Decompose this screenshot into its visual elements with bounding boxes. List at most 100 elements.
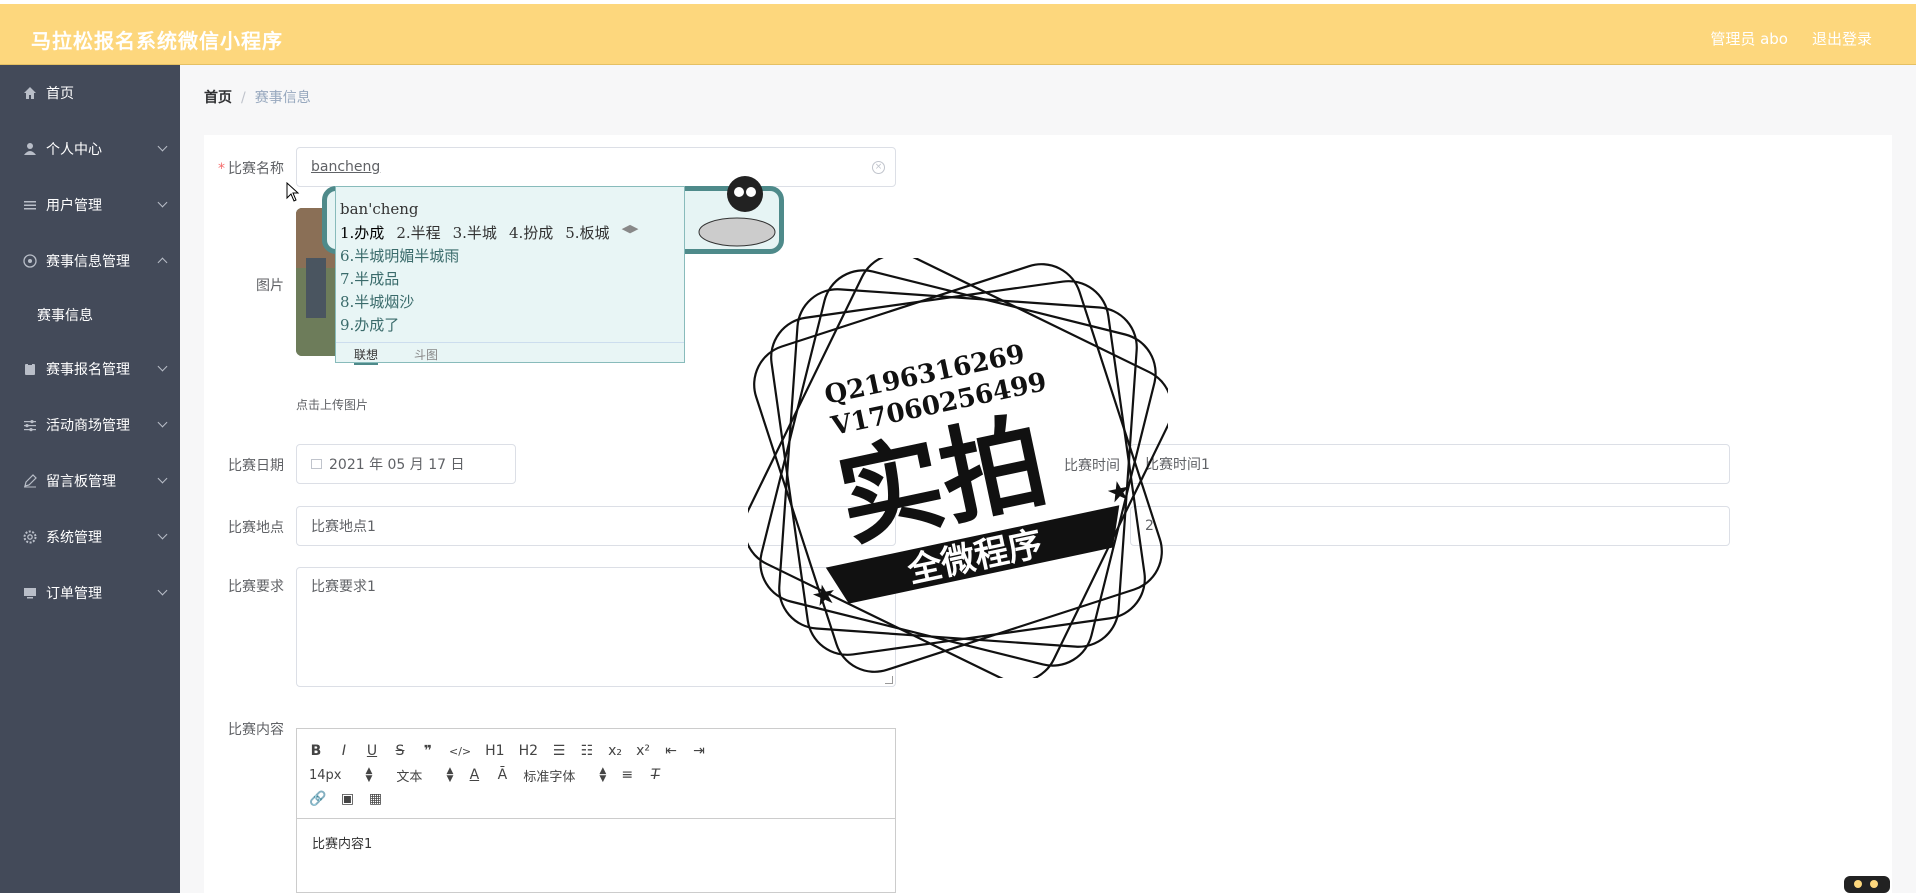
sidebar-subitem-event-info[interactable]: 赛事信息	[0, 289, 180, 341]
logout-button[interactable]: 退出登录	[1812, 28, 1872, 49]
place-label: 比赛地点	[228, 520, 284, 536]
top-header: 马拉松报名系统微信小程序 管理员 abo 退出登录	[0, 0, 1916, 65]
ime-tab-sticker[interactable]: 斗图	[414, 346, 438, 363]
admin-label[interactable]: 管理员 abo	[1710, 28, 1788, 49]
outdent-icon[interactable]: ⇤	[664, 743, 678, 759]
sidebar-item-system-management[interactable]: 系统管理	[0, 509, 180, 565]
ime-candidate[interactable]: 6.半城明媚半城雨	[340, 245, 459, 268]
chevron-down-icon	[157, 417, 168, 428]
editor-toolbar: B I U S ❞ </> H1 H2 ☰ ☷ x₂ x² ⇤ ⇥ 14px ▲ ▼…	[297, 729, 895, 819]
link-icon[interactable]: 🔗	[309, 791, 326, 807]
monitor-icon	[22, 585, 38, 601]
date-picker[interactable]: 2021 年 05 月 17 日	[296, 444, 516, 484]
superscript-button[interactable]: x²	[636, 743, 650, 759]
select-arrows-icon: ▲ ▼	[446, 766, 454, 784]
bold-button[interactable]: B	[309, 743, 323, 759]
pen-icon	[22, 473, 38, 489]
ime-tab-assoc[interactable]: 联想	[354, 346, 379, 365]
chevron-down-icon	[157, 529, 168, 540]
sidebar-item-label: 订单管理	[46, 586, 102, 602]
sidebar-item-label: 赛事信息管理	[46, 254, 130, 270]
people-input[interactable]: 2	[1130, 506, 1730, 546]
time-input[interactable]: 比赛时间1	[1130, 444, 1730, 484]
name-label-text: 比赛名称	[228, 161, 284, 177]
ime-candidate[interactable]: 9.办成了	[340, 314, 459, 337]
subscript-button[interactable]: x₂	[608, 743, 622, 759]
sidebar-item-label: 赛事信息	[37, 308, 93, 324]
image-label: 图片	[256, 278, 284, 294]
font-family-select[interactable]: 标准字体 ▲ ▼	[523, 766, 606, 785]
ime-tabs: 联想 斗图	[336, 342, 684, 365]
place-input[interactable]: 比赛地点1	[296, 506, 896, 546]
h1-button[interactable]: H1	[485, 743, 504, 759]
chevron-down-icon	[157, 141, 168, 152]
background-color-button[interactable]: Ā	[495, 767, 509, 783]
clear-format-icon[interactable]: T̶	[648, 767, 662, 783]
font-color-button[interactable]: A	[467, 767, 481, 783]
font-size-value: 14px	[309, 767, 342, 783]
chevron-up-icon	[157, 257, 168, 268]
ime-pinyin: ban'cheng	[340, 200, 419, 218]
breadcrumb-separator: /	[241, 90, 246, 106]
ime-candidate[interactable]: 4.扮成	[509, 222, 553, 243]
ime-candidate[interactable]: 8.半城烟沙	[340, 291, 459, 314]
italic-button[interactable]: I	[337, 743, 351, 759]
align-icon[interactable]: ≡	[620, 767, 634, 783]
select-arrows-icon: ▲ ▼	[365, 766, 373, 784]
sliders-icon	[22, 417, 38, 433]
ime-more-candidates: 6.半城明媚半城雨 7.半成品 8.半城烟沙 9.办成了	[340, 245, 459, 337]
sidebar-item-message-board-management[interactable]: 留言板管理	[0, 453, 180, 509]
corner-mascot-icon	[1844, 876, 1890, 893]
font-size-select[interactable]: 14px ▲ ▼	[309, 766, 373, 784]
user-area: 管理员 abo 退出登录	[1710, 28, 1872, 49]
time-label: 比赛时间	[1064, 458, 1120, 474]
sidebar-item-label: 系统管理	[46, 530, 102, 546]
sidebar-item-activity-mall-management[interactable]: 活动商场管理	[0, 397, 180, 453]
time-value: 比赛时间1	[1145, 457, 1210, 473]
breadcrumb-current: 赛事信息	[254, 90, 311, 106]
place-value: 比赛地点1	[311, 519, 376, 535]
compass-icon	[22, 253, 38, 269]
text-style-select[interactable]: 文本 ▲ ▼	[396, 766, 453, 785]
ime-candidate[interactable]: 1.办成	[340, 222, 384, 243]
h2-button[interactable]: H2	[519, 743, 538, 759]
breadcrumb-home[interactable]: 首页	[204, 90, 232, 106]
date-value: 2021 年 05 月 17 日	[329, 457, 465, 473]
sidebar-item-label: 个人中心	[46, 142, 102, 158]
gear-icon	[22, 529, 38, 545]
clear-icon[interactable]: ×	[872, 161, 885, 174]
blockquote-button[interactable]: ❞	[421, 743, 435, 759]
ime-candidate[interactable]: 7.半成品	[340, 268, 459, 291]
requirement-textarea[interactable]: 比赛要求1	[296, 567, 896, 687]
video-icon[interactable]: ▦	[368, 791, 382, 807]
indent-icon[interactable]: ⇥	[692, 743, 706, 759]
date-label: 比赛日期	[228, 458, 284, 474]
strike-button[interactable]: S	[393, 743, 407, 759]
editor-body[interactable]: 比赛内容1	[297, 819, 895, 866]
sidebar-item-label: 活动商场管理	[46, 418, 130, 434]
code-button[interactable]: </>	[449, 745, 471, 758]
sidebar-item-home[interactable]: 首页	[0, 65, 180, 121]
underline-button[interactable]: U	[365, 743, 379, 759]
people-value: 2	[1145, 518, 1154, 534]
select-arrows-icon: ▲ ▼	[599, 766, 607, 784]
ime-candidate[interactable]: 5.板城	[565, 222, 609, 243]
name-label: * 比赛名称	[218, 161, 284, 177]
ordered-list-icon[interactable]: ☰	[552, 743, 566, 759]
image-icon[interactable]: ▣	[340, 791, 354, 807]
sidebar-item-personal-center[interactable]: 个人中心	[0, 121, 180, 177]
bullet-list-icon[interactable]: ☷	[580, 743, 594, 759]
sidebar-item-user-management[interactable]: 用户管理	[0, 177, 180, 233]
home-icon	[22, 85, 38, 101]
editor-content: 比赛内容1	[312, 837, 373, 852]
sidebar-item-label: 用户管理	[46, 198, 102, 214]
resize-handle[interactable]	[885, 676, 893, 684]
ime-candidates: 1.办成 2.半程 3.半城 4.扮成 5.板城 ◀▶	[340, 222, 638, 243]
name-input[interactable]: bancheng ×	[296, 147, 896, 187]
ime-page-arrows-icon[interactable]: ◀▶	[622, 222, 639, 243]
sidebar-item-event-signup-management[interactable]: 赛事报名管理	[0, 341, 180, 397]
sidebar-item-order-management[interactable]: 订单管理	[0, 565, 180, 621]
ime-candidate[interactable]: 2.半程	[396, 222, 440, 243]
sidebar-item-event-info-management[interactable]: 赛事信息管理	[0, 233, 180, 289]
ime-candidate[interactable]: 3.半城	[453, 222, 497, 243]
